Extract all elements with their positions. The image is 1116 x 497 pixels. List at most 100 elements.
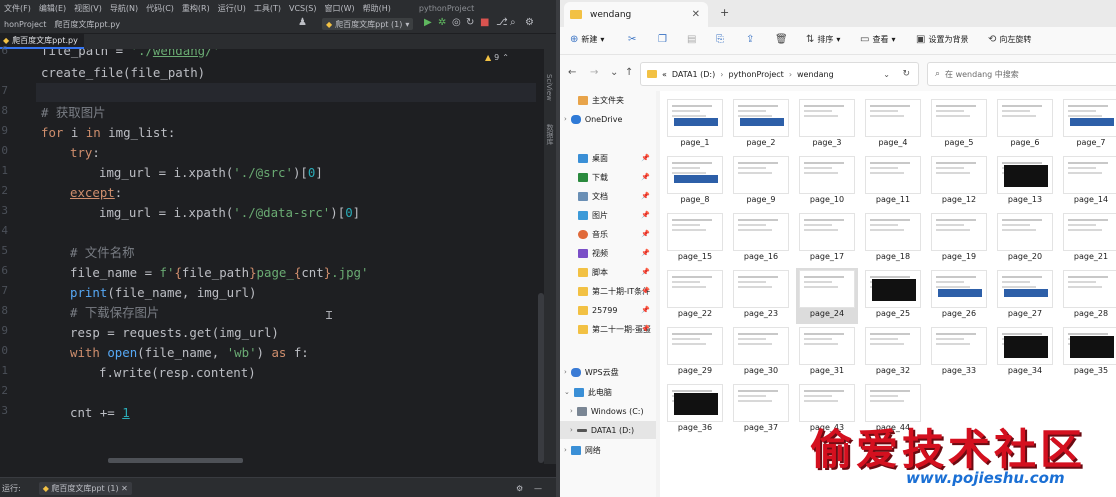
menu-view[interactable]: 视图(V)	[70, 3, 106, 14]
sidebar-item-pictures[interactable]: 图片 📌	[560, 206, 656, 224]
file-item[interactable]: page_16	[730, 211, 792, 267]
file-item[interactable]: page_4	[862, 97, 924, 153]
up-arrow-icon[interactable]: ↑	[625, 67, 633, 78]
sidebar-item-videos[interactable]: 视频 📌	[560, 244, 656, 262]
breadcrumb-file[interactable]: 爬百度文库ppt.py	[50, 19, 124, 30]
file-item[interactable]: page_35	[1060, 325, 1116, 381]
inspection-widget[interactable]: ▲ 9 ⌃	[485, 53, 509, 62]
file-item[interactable]: page_24	[796, 268, 858, 324]
file-item[interactable]: page_19	[928, 211, 990, 267]
sidebar-item-desktop[interactable]: 桌面 📌	[560, 149, 656, 167]
file-item[interactable]: page_28	[1060, 268, 1116, 324]
recent-chevron-icon[interactable]: ⌄	[610, 67, 618, 78]
search-icon[interactable]: ⌕	[510, 17, 516, 28]
file-item[interactable]: page_36	[664, 382, 726, 438]
file-item[interactable]: page_14	[1060, 154, 1116, 210]
sidebar-item-folder-25799[interactable]: 25799 📌	[560, 301, 656, 319]
file-item[interactable]: page_8	[664, 154, 726, 210]
database-tool[interactable]: 数据库	[545, 124, 555, 145]
sidebar-item-home[interactable]: 主文件夹	[560, 91, 656, 109]
file-item[interactable]: page_13	[994, 154, 1056, 210]
file-item[interactable]: page_3	[796, 97, 858, 153]
rename-button[interactable]: ⎘	[716, 34, 724, 45]
file-item[interactable]: page_5	[928, 97, 990, 153]
editor-tab[interactable]: ◆ 爬百度文库ppt.py	[0, 34, 84, 49]
file-item[interactable]: page_33	[928, 325, 990, 381]
menu-navigate[interactable]: 导航(N)	[106, 3, 142, 14]
sidebar-item-folder-20[interactable]: 第二十期-IT条件 📌	[560, 282, 656, 300]
file-item[interactable]: page_2	[730, 97, 792, 153]
gear-icon[interactable]: ⚙	[516, 484, 523, 493]
horizontal-scrollbar[interactable]	[108, 458, 243, 463]
run-config-selector[interactable]: ◆ 爬百度文库ppt (1) ▾	[322, 18, 414, 30]
stop-icon[interactable]: ■	[480, 17, 489, 28]
file-item[interactable]: page_29	[664, 325, 726, 381]
view-button[interactable]: ▭ 查看 ▾	[860, 34, 895, 45]
menu-vcs[interactable]: VCS(S)	[285, 4, 320, 13]
refresh-icon[interactable]: ↻	[902, 69, 910, 79]
breadcrumb-project[interactable]: honProject	[0, 20, 50, 29]
address-bar[interactable]: « DATA1 (D:) › pythonProject › wendang ⌄…	[640, 62, 919, 86]
file-item[interactable]: page_11	[862, 154, 924, 210]
sidebar-item-drive-c[interactable]: › Windows (C:)	[560, 402, 656, 420]
file-item[interactable]: page_34	[994, 325, 1056, 381]
code-editor[interactable]: file_path = './wendang/' create_file(fil…	[36, 49, 536, 463]
file-item[interactable]: page_18	[862, 211, 924, 267]
sidebar-item-documents[interactable]: 文档 📌	[560, 187, 656, 205]
file-item[interactable]: page_17	[796, 211, 858, 267]
forward-arrow-icon[interactable]: →	[590, 67, 598, 78]
sidebar-item-music[interactable]: 音乐 📌	[560, 225, 656, 243]
file-item[interactable]: page_26	[928, 268, 990, 324]
file-item[interactable]: page_10	[796, 154, 858, 210]
coverage-icon[interactable]: ◎	[452, 17, 461, 28]
menu-window[interactable]: 窗口(W)	[320, 3, 358, 14]
address-segment-project[interactable]: pythonProject	[728, 70, 783, 79]
delete-button[interactable]: 🗑	[775, 34, 788, 45]
file-item[interactable]: page_15	[664, 211, 726, 267]
chevron-down-icon[interactable]: ⌄	[883, 70, 890, 79]
file-item[interactable]: page_20	[994, 211, 1056, 267]
share-button[interactable]: ⇪	[746, 34, 754, 45]
file-item[interactable]: page_37	[730, 382, 792, 438]
sidebar-item-downloads[interactable]: 下载 📌	[560, 168, 656, 186]
rotate-left-button[interactable]: ⟲ 向左旋转	[988, 34, 1031, 45]
menu-help[interactable]: 帮助(H)	[359, 3, 395, 14]
sciview-tool[interactable]: SciView	[545, 74, 553, 101]
file-item[interactable]: page_7	[1060, 97, 1116, 153]
sort-button[interactable]: ⇅ 排序 ▾	[806, 34, 840, 45]
file-item[interactable]: page_22	[664, 268, 726, 324]
file-item[interactable]: page_32	[862, 325, 924, 381]
copy-button[interactable]: ❐	[658, 34, 667, 45]
file-item[interactable]: page_25	[862, 268, 924, 324]
sidebar-item-network[interactable]: › 网络	[560, 441, 656, 459]
close-icon[interactable]: ✕	[121, 484, 128, 493]
new-button[interactable]: ⊕ 新建 ▾	[570, 34, 604, 45]
file-item[interactable]: page_23	[730, 268, 792, 324]
sidebar-item-drive-d[interactable]: › DATA1 (D:)	[560, 421, 656, 439]
close-tab-icon[interactable]: ✕	[692, 9, 700, 20]
back-arrow-icon[interactable]: ←	[568, 67, 576, 78]
file-item[interactable]: page_9	[730, 154, 792, 210]
paste-button[interactable]: ▤	[687, 34, 696, 45]
menu-edit[interactable]: 编辑(E)	[35, 3, 70, 14]
search-box[interactable]: ⌕ 在 wendang 中搜索	[927, 62, 1116, 86]
file-item[interactable]: page_1	[664, 97, 726, 153]
file-item[interactable]: page_30	[730, 325, 792, 381]
menu-refactor[interactable]: 重构(R)	[178, 3, 214, 14]
sidebar-item-scripts[interactable]: 脚本 📌	[560, 263, 656, 281]
run-icon[interactable]: ▶	[424, 17, 432, 28]
file-item[interactable]: page_31	[796, 325, 858, 381]
menu-code[interactable]: 代码(C)	[142, 3, 178, 14]
profile-icon[interactable]: ↻	[466, 17, 474, 28]
menu-tools[interactable]: 工具(T)	[250, 3, 285, 14]
debug-icon[interactable]: ✲	[438, 17, 446, 28]
file-item[interactable]: page_27	[994, 268, 1056, 324]
menu-file[interactable]: 文件(F)	[0, 3, 35, 14]
gear-icon[interactable]: ⚙	[525, 17, 534, 28]
explorer-tab[interactable]: wendang ✕	[564, 2, 708, 27]
vcs-icon[interactable]: ⎇	[496, 17, 508, 28]
new-tab-icon[interactable]: +	[720, 6, 729, 19]
sidebar-item-onedrive[interactable]: › OneDrive	[560, 110, 656, 128]
file-item[interactable]: page_21	[1060, 211, 1116, 267]
cut-button[interactable]: ✂	[628, 34, 636, 45]
